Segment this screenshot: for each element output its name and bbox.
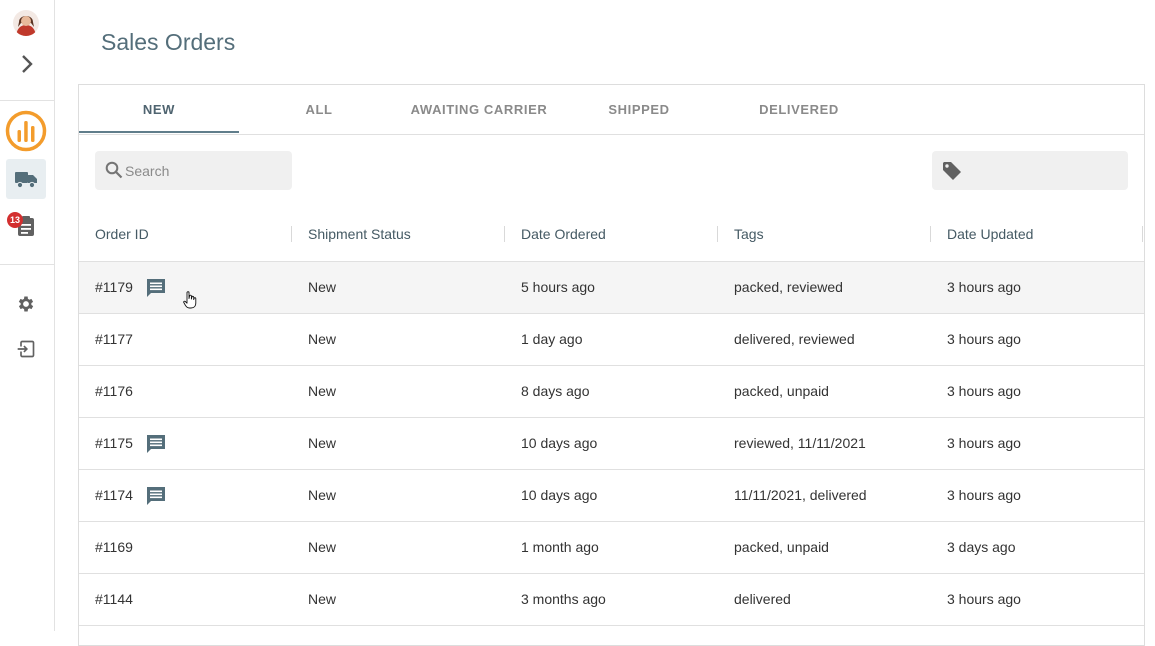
table-header: Order ID Shipment Status Date Ordered Ta… xyxy=(79,211,1144,262)
user-avatar[interactable] xyxy=(13,10,39,36)
logout-icon xyxy=(16,340,35,358)
column-divider xyxy=(291,226,292,242)
column-header-tags[interactable]: Tags xyxy=(734,211,764,261)
sidebar-divider xyxy=(0,100,54,101)
date-ordered-cell: 1 day ago xyxy=(521,331,583,347)
date-updated-cell: 3 hours ago xyxy=(947,331,1021,347)
column-divider xyxy=(1142,226,1143,242)
tab-delivered[interactable]: DELIVERED xyxy=(719,85,879,134)
tab-shipped[interactable]: SHIPPED xyxy=(559,85,719,134)
table-row[interactable]: #1169 New 1 month ago packed, unpaid 3 d… xyxy=(79,522,1144,574)
tags-cell: packed, unpaid xyxy=(734,539,829,555)
shipment-status-cell: New xyxy=(308,435,337,451)
sidebar-item-logout[interactable] xyxy=(6,329,46,369)
sidebar: 13 xyxy=(0,0,55,631)
order-id-cell: #1176 xyxy=(95,383,133,399)
shipment-status-cell: New xyxy=(308,487,337,503)
order-id-cell: #1177 xyxy=(95,331,133,347)
tags-cell: 11/11/2021, delivered xyxy=(734,487,867,503)
date-updated-cell: 3 days ago xyxy=(947,539,1016,555)
order-id-cell: #1179 xyxy=(95,279,133,295)
table-row[interactable]: #1176 New 8 days ago packed, unpaid 3 ho… xyxy=(79,366,1144,418)
search-input[interactable] xyxy=(125,151,285,190)
date-ordered-cell: 1 month ago xyxy=(521,539,599,555)
date-ordered-cell: 3 months ago xyxy=(521,591,606,607)
tab-all[interactable]: ALL xyxy=(239,85,399,134)
date-updated-cell: 3 hours ago xyxy=(947,487,1021,503)
date-updated-cell: 3 hours ago xyxy=(947,279,1021,295)
gear-icon xyxy=(18,296,34,312)
order-id-cell: #1175 xyxy=(95,435,133,451)
table-row[interactable]: #1175 New 10 days ago reviewed, 11/11/20… xyxy=(79,418,1144,470)
tags-cell: delivered xyxy=(734,591,791,607)
column-header-shipment-status[interactable]: Shipment Status xyxy=(308,211,411,261)
tab-new[interactable]: NEW xyxy=(79,85,239,134)
date-updated-cell: 3 hours ago xyxy=(947,383,1021,399)
truck-icon xyxy=(15,172,37,189)
shipment-status-cell: New xyxy=(308,383,337,399)
date-updated-cell: 3 hours ago xyxy=(947,591,1021,607)
comment-icon[interactable] xyxy=(146,486,166,506)
search-box[interactable] xyxy=(95,151,292,190)
tags-cell: packed, reviewed xyxy=(734,279,843,295)
shipment-status-cell: New xyxy=(308,279,337,295)
status-tabs: NEW ALL AWAITING CARRIER SHIPPED DELIVER… xyxy=(79,85,1144,135)
table-row[interactable]: #1144 New 3 months ago delivered 3 hours… xyxy=(79,574,1144,626)
order-id-cell: #1169 xyxy=(95,539,133,555)
column-header-order-id[interactable]: Order ID xyxy=(95,211,149,261)
avatar-image xyxy=(13,10,39,36)
date-ordered-cell: 8 days ago xyxy=(521,383,590,399)
table-row[interactable]: #1174 New 10 days ago 11/11/2021, delive… xyxy=(79,470,1144,522)
tags-cell: packed, unpaid xyxy=(734,383,829,399)
active-tab-indicator xyxy=(79,131,239,133)
orders-count-badge: 13 xyxy=(7,212,23,228)
shipment-status-cell: New xyxy=(308,331,337,347)
comment-icon[interactable] xyxy=(146,278,166,298)
page-title: Sales Orders xyxy=(101,29,236,55)
sidebar-divider xyxy=(0,264,54,265)
tags-cell: delivered, reviewed xyxy=(734,331,855,347)
column-header-date-ordered[interactable]: Date Ordered xyxy=(521,211,606,261)
date-ordered-cell: 10 days ago xyxy=(521,487,598,503)
sidebar-item-shipping[interactable] xyxy=(6,159,46,199)
table-row[interactable]: #1179 New 5 hours ago packed, reviewed 3… xyxy=(79,262,1144,314)
orders-panel: NEW ALL AWAITING CARRIER SHIPPED DELIVER… xyxy=(78,84,1145,646)
hand-pointer-cursor-icon xyxy=(183,291,197,309)
tag-icon xyxy=(943,162,961,180)
expand-sidebar-chevron-icon[interactable] xyxy=(17,53,37,75)
column-header-date-updated[interactable]: Date Updated xyxy=(947,211,1033,261)
date-ordered-cell: 5 hours ago xyxy=(521,279,595,295)
date-ordered-cell: 10 days ago xyxy=(521,435,598,451)
search-icon xyxy=(105,161,123,179)
column-divider xyxy=(717,226,718,242)
column-divider xyxy=(930,226,931,242)
tab-awaiting-carrier[interactable]: AWAITING CARRIER xyxy=(399,85,559,134)
column-divider xyxy=(504,226,505,242)
shipment-status-cell: New xyxy=(308,591,337,607)
date-updated-cell: 3 hours ago xyxy=(947,435,1021,451)
order-id-cell: #1144 xyxy=(95,591,133,607)
tag-filter[interactable] xyxy=(932,151,1128,190)
sidebar-item-settings[interactable] xyxy=(6,284,46,324)
comment-icon[interactable] xyxy=(146,434,166,454)
tags-cell: reviewed, 11/11/2021 xyxy=(734,435,866,451)
table-row[interactable]: #1177 New 1 day ago delivered, reviewed … xyxy=(79,314,1144,366)
order-id-cell: #1174 xyxy=(95,487,133,503)
shipment-status-cell: New xyxy=(308,539,337,555)
brand-logo-icon[interactable] xyxy=(5,110,47,152)
